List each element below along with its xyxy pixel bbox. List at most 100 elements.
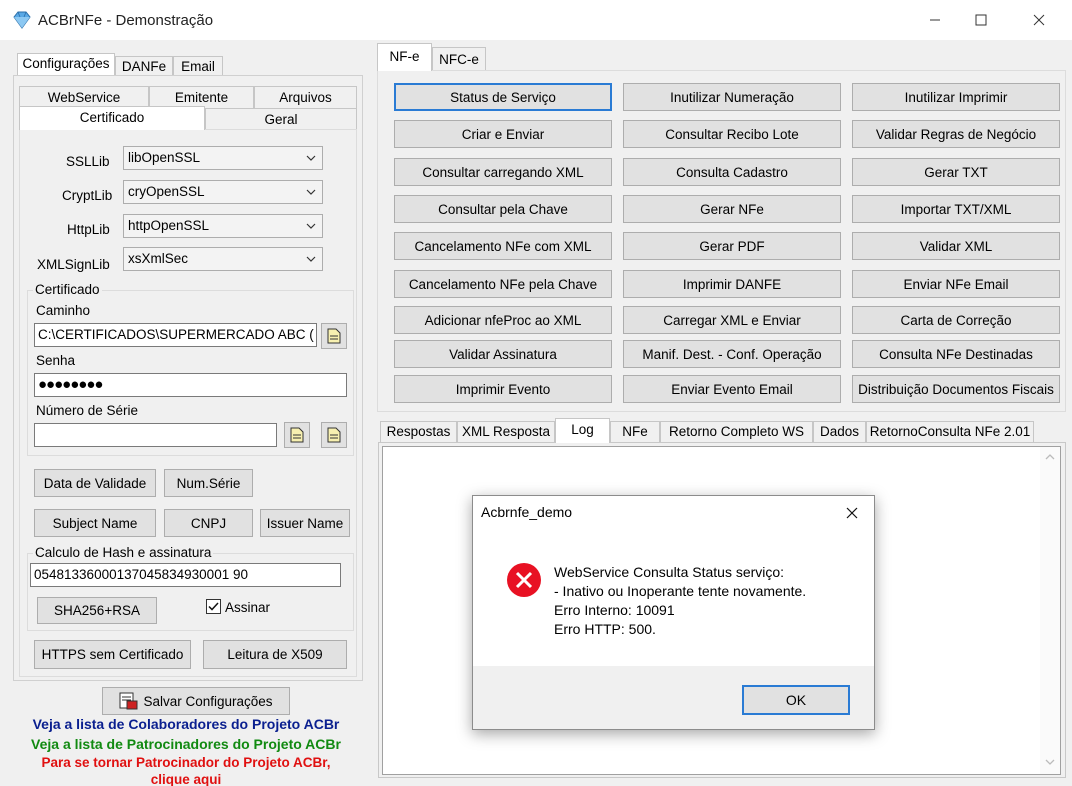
cryptlib-select[interactable]: cryOpenSSL (123, 180, 323, 204)
file-icon (327, 328, 341, 344)
nfe-action-button[interactable]: Cancelamento NFe pela Chave (394, 270, 612, 298)
nfe-action-button[interactable]: Criar e Enviar (394, 120, 612, 148)
cryptlib-label: CryptLib (62, 188, 113, 203)
hash-input[interactable]: 05481336000137045834930001 90 (30, 563, 341, 587)
maximize-button[interactable] (958, 0, 1004, 40)
nfe-action-button[interactable]: Enviar Evento Email (623, 375, 841, 403)
tab-email[interactable]: Email (173, 56, 223, 76)
close-icon (1033, 14, 1045, 26)
close-window-button[interactable] (1016, 0, 1062, 40)
dialog-message: WebService Consulta Status serviço: - In… (554, 563, 806, 639)
https-sem-certificado-button[interactable]: HTTPS sem Certificado (34, 640, 191, 669)
nfe-action-button[interactable]: Consultar pela Chave (394, 195, 612, 223)
dialog-close-button[interactable] (840, 502, 864, 524)
chevron-down-icon (306, 223, 316, 229)
browse-caminho-button[interactable] (321, 323, 347, 349)
salvar-label: Salvar Configurações (143, 693, 273, 709)
issuer-name-button[interactable]: Issuer Name (260, 509, 350, 537)
nfe-action-button[interactable]: Consultar carregando XML (394, 158, 612, 186)
close-icon (846, 507, 858, 519)
nfe-action-button[interactable]: Gerar PDF (623, 232, 841, 260)
tab-arquivos[interactable]: Arquivos (254, 86, 357, 108)
nfe-action-button[interactable]: Cancelamento NFe com XML (394, 232, 612, 260)
response-tab[interactable]: XML Resposta (457, 421, 555, 443)
data-validade-button[interactable]: Data de Validade (34, 469, 156, 497)
nfe-action-button[interactable]: Manif. Dest. - Conf. Operação (623, 340, 841, 368)
nfe-action-button[interactable]: Carregar XML e Enviar (623, 306, 841, 334)
httplib-value: httpOpenSSL (128, 218, 210, 233)
tab-webservice[interactable]: WebService (19, 86, 149, 108)
assinar-label: Assinar (225, 600, 271, 615)
nfe-action-button[interactable]: Consultar Recibo Lote (623, 120, 841, 148)
num-serie-button[interactable]: Num.Série (164, 469, 253, 497)
nfe-action-button[interactable]: Status de Serviço (394, 83, 612, 111)
ssllib-label: SSLLib (66, 154, 110, 169)
nfe-action-button[interactable]: Validar Regras de Negócio (852, 120, 1060, 148)
nfe-action-button[interactable]: Inutilizar Imprimir (852, 83, 1060, 111)
caminho-label: Caminho (36, 303, 91, 318)
nfe-action-button[interactable]: Adicionar nfeProc ao XML (394, 306, 612, 334)
subject-name-button[interactable]: Subject Name (34, 509, 156, 537)
tab-configuracoes[interactable]: Configurações (17, 53, 115, 75)
tornar-patrocinador-link[interactable]: Para se tornar Patrocinador do Projeto A… (0, 755, 372, 770)
tab-emitente[interactable]: Emitente (149, 86, 254, 108)
cnpj-button[interactable]: CNPJ (164, 509, 253, 537)
scroll-down-icon (1045, 759, 1055, 765)
log-scrollbar[interactable] (1040, 447, 1060, 774)
httplib-select[interactable]: httpOpenSSL (123, 214, 323, 238)
numero-serie-label: Número de Série (36, 403, 139, 418)
caminho-input[interactable]: C:\CERTIFICADOS\SUPERMERCADO ABC ( (34, 323, 317, 347)
xmlsignlib-select[interactable]: xsXmlSec (123, 247, 323, 271)
select-serie-button[interactable] (284, 422, 310, 448)
file-icon (290, 427, 304, 443)
cryptlib-value: cryOpenSSL (128, 184, 205, 199)
response-tab[interactable]: NFe (610, 421, 660, 443)
nfe-action-button[interactable]: Enviar NFe Email (852, 270, 1060, 298)
nfe-action-button[interactable]: Consulta Cadastro (623, 158, 841, 186)
assinar-checkbox[interactable] (206, 599, 221, 614)
nfe-action-button[interactable]: Consulta NFe Destinadas (852, 340, 1060, 368)
nfe-action-button[interactable]: Distribuição Documentos Fiscais (852, 375, 1060, 403)
httplib-label: HttpLib (67, 222, 110, 237)
nfe-action-button[interactable]: Carta de Correção (852, 306, 1060, 334)
message-line: Erro HTTP: 500. (554, 621, 656, 637)
ok-button[interactable]: OK (742, 685, 850, 715)
response-tab[interactable]: Respostas (380, 421, 457, 443)
checkmark-icon (208, 602, 219, 611)
nfe-action-button[interactable]: Imprimir Evento (394, 375, 612, 403)
nfe-action-button[interactable]: Gerar TXT (852, 158, 1060, 186)
select-serie-alt-button[interactable] (321, 422, 347, 448)
nfe-action-button[interactable]: Inutilizar Numeração (623, 83, 841, 111)
senha-label: Senha (36, 353, 76, 368)
tab-nfce[interactable]: NFC-e (432, 47, 486, 71)
salvar-configuracoes-button[interactable]: Salvar Configurações (102, 687, 290, 715)
ssllib-select[interactable]: libOpenSSL (123, 146, 323, 170)
response-tab[interactable]: Log (555, 418, 610, 443)
clique-aqui-link[interactable]: clique aqui (0, 772, 372, 786)
minimize-button[interactable] (912, 0, 958, 40)
tab-certificado[interactable]: Certificado (19, 106, 205, 130)
response-tab[interactable]: RetornoConsulta NFe 2.01 (866, 421, 1034, 443)
nfe-action-button[interactable]: Validar XML (852, 232, 1060, 260)
file-icon (327, 427, 341, 443)
xmlsignlib-label: XMLSignLib (37, 257, 110, 272)
tab-nfe[interactable]: NF-e (377, 43, 432, 71)
window-title: ACBrNFe - Demonstração (38, 12, 214, 29)
response-tab[interactable]: Retorno Completo WS (660, 421, 813, 443)
tab-danfe[interactable]: DANFe (115, 56, 173, 76)
numero-serie-input[interactable] (34, 423, 277, 447)
nfe-action-button[interactable]: Gerar NFe (623, 195, 841, 223)
nfe-action-button[interactable]: Importar TXT/XML (852, 195, 1060, 223)
message-line: Erro Interno: 10091 (554, 602, 675, 618)
senha-input[interactable]: ●●●●●●●● (34, 373, 347, 397)
patrocinadores-link[interactable]: Veja a lista de Patrocinadores do Projet… (0, 736, 372, 752)
sha256-rsa-button[interactable]: SHA256+RSA (37, 597, 157, 624)
nfe-action-button[interactable]: Imprimir DANFE (623, 270, 841, 298)
message-line: - Inativo ou Inoperante tente novamente. (554, 583, 807, 599)
colaboradores-link[interactable]: Veja a lista de Colaboradores do Projeto… (0, 716, 372, 732)
tab-geral[interactable]: Geral (205, 108, 357, 130)
certificado-group-title: Certificado (33, 282, 102, 297)
response-tab[interactable]: Dados (813, 421, 866, 443)
nfe-action-button[interactable]: Validar Assinatura (394, 340, 612, 368)
leitura-x509-button[interactable]: Leitura de X509 (203, 640, 347, 669)
